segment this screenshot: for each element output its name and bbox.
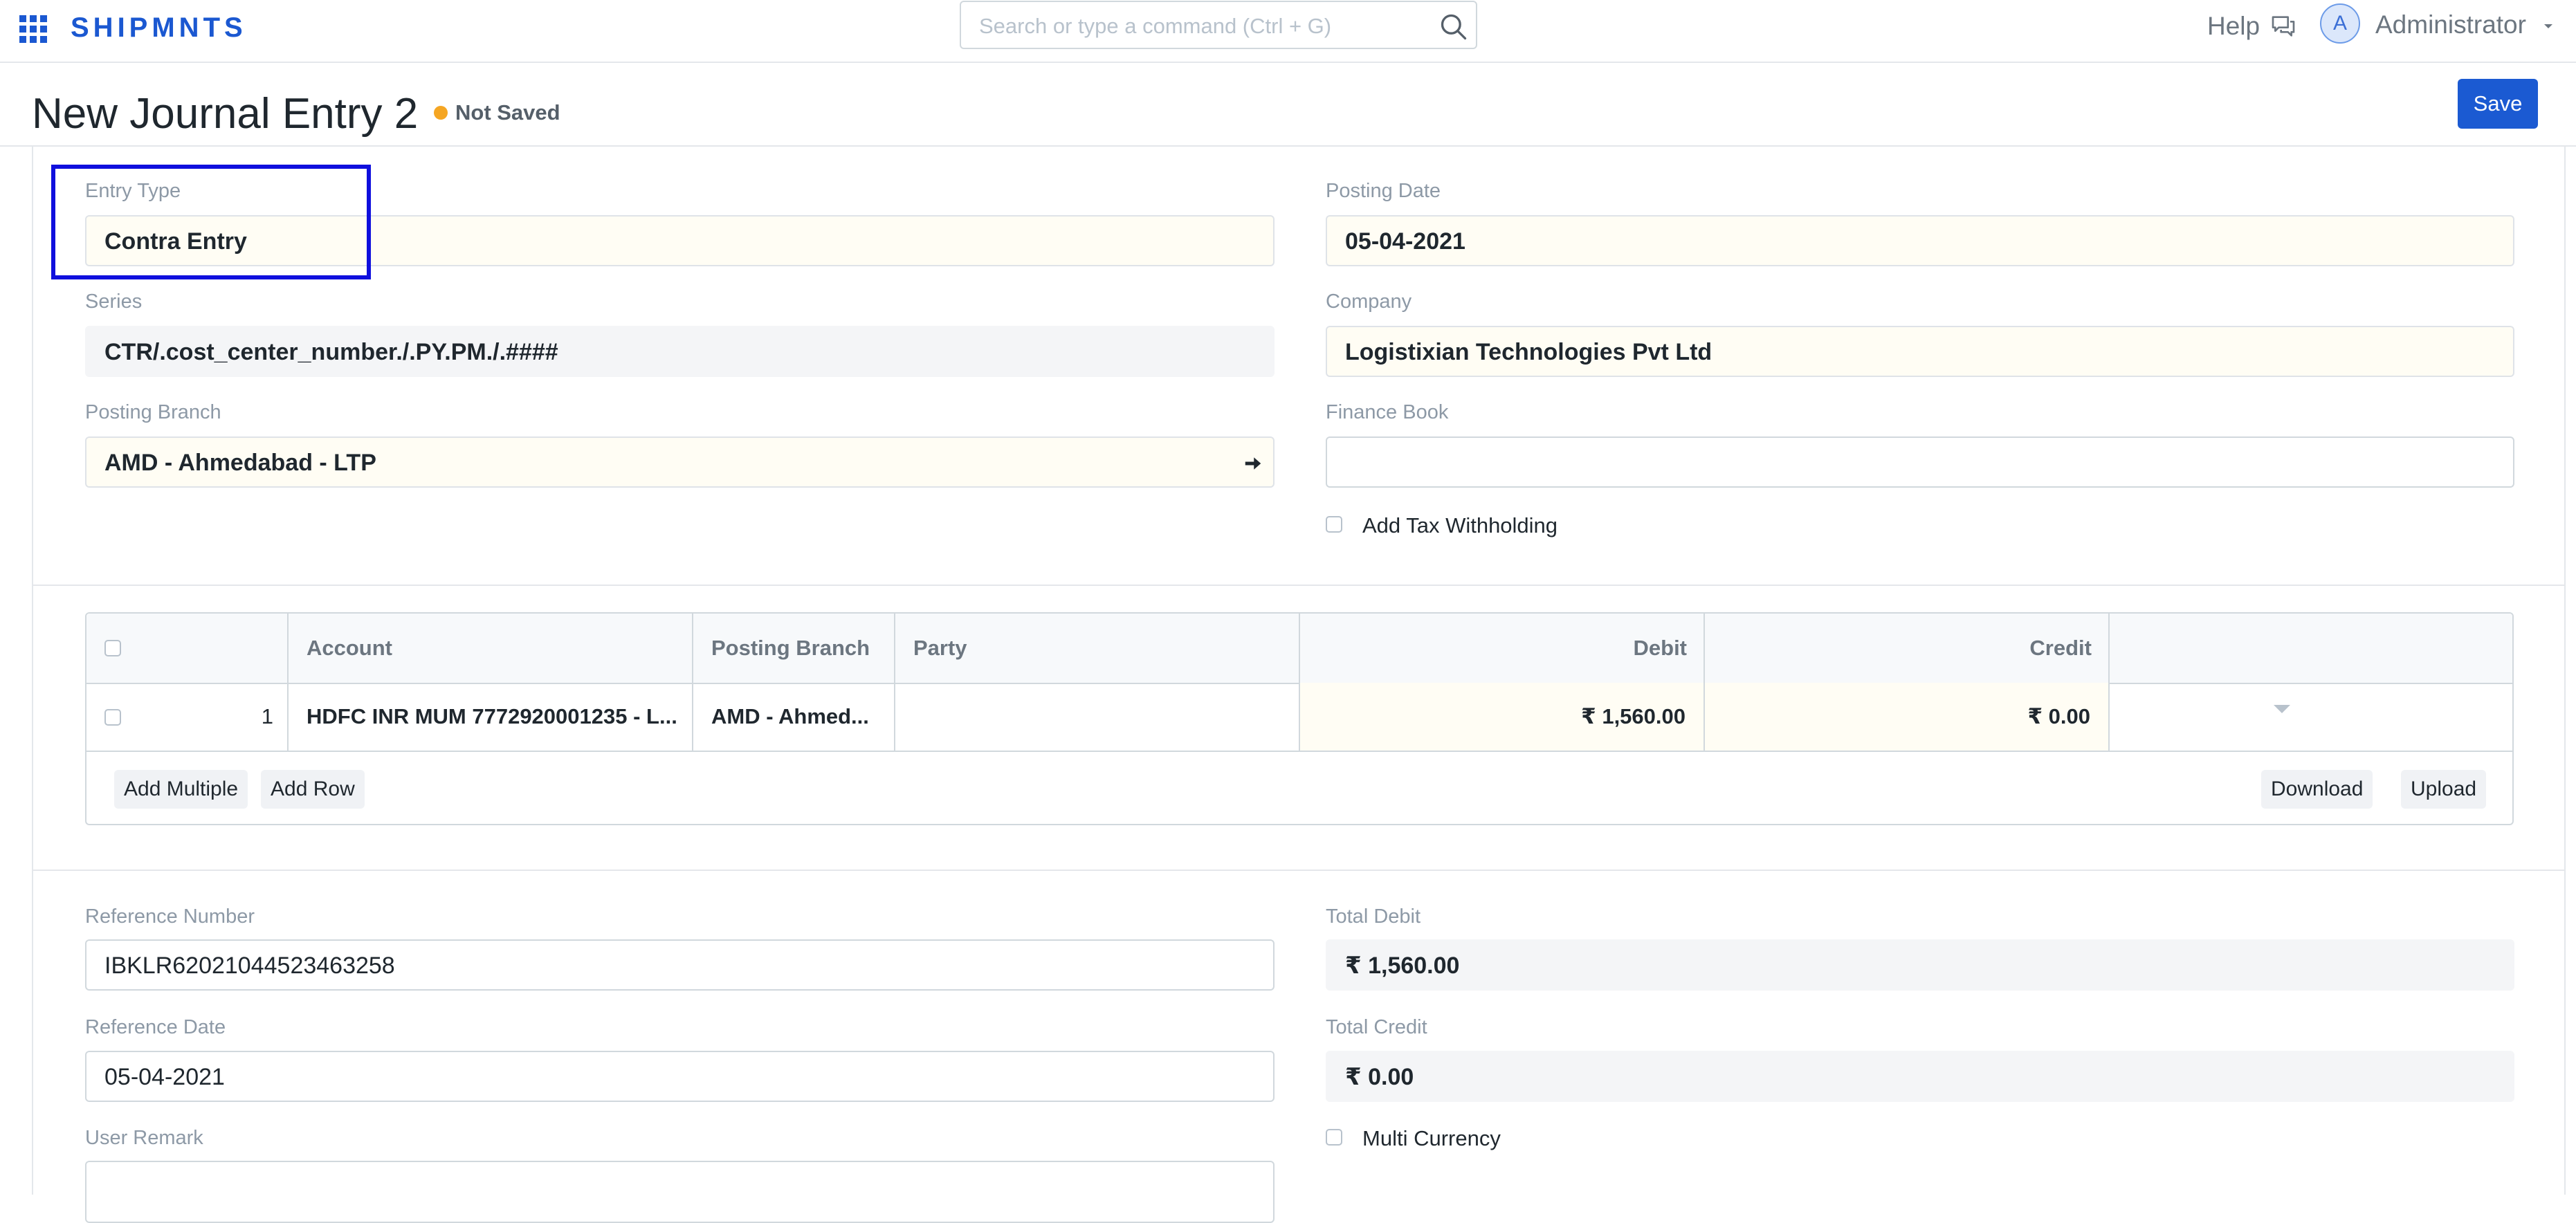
posting-date-label: Posting Date <box>1326 180 1441 202</box>
cell-party[interactable] <box>913 683 1294 751</box>
arrow-right-icon[interactable] <box>1243 453 1263 474</box>
brand-logo[interactable]: SHIPMNTS <box>71 11 247 44</box>
add-tax-withholding-checkbox[interactable] <box>1326 516 1342 533</box>
user-remark-label: User Remark <box>85 1127 203 1149</box>
page-title: New Journal Entry 2 <box>32 90 419 138</box>
apps-grid-icon[interactable] <box>19 15 47 43</box>
row-index: 1 <box>261 704 273 728</box>
total-debit-label: Total Debit <box>1326 905 1421 928</box>
awesomebar[interactable] <box>960 1 1477 49</box>
multi-currency-checkbox[interactable] <box>1326 1129 1342 1146</box>
user-avatar[interactable]: A <box>2320 3 2360 44</box>
reference-number-label: Reference Number <box>85 905 255 928</box>
cell-debit[interactable]: ₹ 1,560.00 <box>1300 683 1703 751</box>
series-label: Series <box>85 291 143 313</box>
total-credit-label: Total Credit <box>1326 1016 1427 1038</box>
save-button[interactable]: Save <box>2458 79 2538 129</box>
chevron-down-icon[interactable] <box>2543 22 2554 30</box>
download-button[interactable]: Download <box>2261 770 2373 809</box>
search-icon[interactable] <box>1438 12 1469 42</box>
finance-book-label: Finance Book <box>1326 401 1449 423</box>
section-divider <box>32 585 2566 586</box>
column-header-posting-branch[interactable]: Posting Branch <box>711 614 870 683</box>
column-divider <box>894 614 895 751</box>
multi-currency-label: Multi Currency <box>1362 1126 1501 1150</box>
column-header-debit[interactable]: Debit <box>1300 614 1688 683</box>
posting-branch-field[interactable]: AMD - Ahmedabad - LTP <box>85 436 1275 488</box>
cell-account[interactable]: HDFC INR MUM 7772920001235 - L... <box>307 683 687 751</box>
upload-button[interactable]: Upload <box>2401 770 2487 809</box>
user-menu[interactable]: Administrator <box>2375 10 2526 40</box>
posting-date-field[interactable]: 05-04-2021 <box>1326 215 2514 266</box>
column-divider <box>692 614 693 751</box>
add-tax-withholding-label: Add Tax Withholding <box>1362 513 1558 537</box>
row-dropdown-icon[interactable] <box>2272 702 2292 716</box>
status-indicator-dot <box>434 106 448 120</box>
company-field[interactable]: Logistixian Technologies Pvt Ltd <box>1326 326 2514 377</box>
status-badge: Not Saved <box>455 100 560 125</box>
reference-date-label: Reference Date <box>85 1016 226 1038</box>
section-divider <box>32 870 2566 871</box>
select-all-checkbox[interactable] <box>104 640 121 656</box>
entry-type-select[interactable]: Contra Entry <box>85 215 1275 266</box>
series-field[interactable]: CTR/.cost_center_number./.PY.PM./.#### <box>85 326 1275 377</box>
cell-credit[interactable]: ₹ 0.00 <box>1705 683 2108 751</box>
company-label: Company <box>1326 291 1412 313</box>
column-header-account[interactable]: Account <box>307 614 392 683</box>
reference-number-field[interactable]: IBKLR62021044523463258 <box>85 939 1275 991</box>
reference-date-field[interactable]: 05-04-2021 <box>85 1051 1275 1102</box>
chat-bubbles-icon[interactable] <box>2269 12 2297 40</box>
add-multiple-button[interactable]: Add Multiple <box>114 770 248 809</box>
cell-posting-branch[interactable]: AMD - Ahmed... <box>711 683 891 751</box>
posting-branch-label: Posting Branch <box>85 401 221 423</box>
navbar: SHIPMNTS Help A Administrator <box>0 0 2576 63</box>
finance-book-field[interactable] <box>1326 436 2514 488</box>
column-header-credit[interactable]: Credit <box>1705 614 2092 683</box>
column-divider <box>2108 614 2110 751</box>
search-input[interactable] <box>978 10 1423 42</box>
user-remark-textarea[interactable] <box>85 1161 1275 1223</box>
add-row-button[interactable]: Add Row <box>261 770 365 809</box>
entry-type-label: Entry Type <box>85 180 181 202</box>
total-debit-field: ₹ 1,560.00 <box>1326 939 2514 991</box>
row-checkbox[interactable] <box>104 709 121 726</box>
help-menu[interactable]: Help <box>2207 11 2260 42</box>
total-credit-field: ₹ 0.00 <box>1326 1051 2514 1102</box>
column-divider <box>287 614 289 751</box>
posting-branch-value: AMD - Ahmedabad - LTP <box>104 450 376 476</box>
column-header-party[interactable]: Party <box>913 614 967 683</box>
accounts-table: Account Posting Branch Party Debit Credi… <box>85 612 2514 825</box>
